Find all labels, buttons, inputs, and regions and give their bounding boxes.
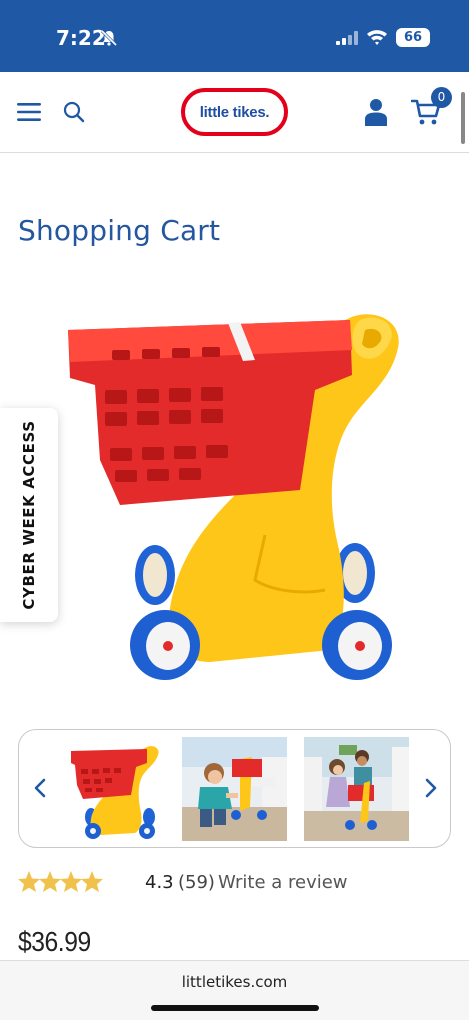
thumbnail-gallery xyxy=(18,729,451,848)
page-title: Shopping Cart xyxy=(18,214,221,247)
home-indicator xyxy=(151,1005,319,1011)
status-bar: 7:22 66 xyxy=(0,0,469,72)
rating-row: 4.3 (59) Write a review xyxy=(18,868,458,898)
chevron-right-icon[interactable] xyxy=(424,778,438,798)
cyber-week-label: CYBER WEEK ACCESS xyxy=(20,420,38,610)
chevron-left-icon[interactable] xyxy=(33,778,47,798)
star-rating-icon xyxy=(18,871,103,892)
scrollbar-thumb[interactable] xyxy=(461,92,465,144)
site-logo[interactable]: little tikes. xyxy=(181,88,288,136)
cart-count-badge: 0 xyxy=(431,87,452,108)
thumbnail-lifestyle-boy[interactable] xyxy=(182,737,287,841)
menu-icon[interactable] xyxy=(17,102,41,122)
cyber-week-tab[interactable]: CYBER WEEK ACCESS xyxy=(0,408,58,622)
bell-off-icon xyxy=(100,29,118,47)
thumbnail-product[interactable] xyxy=(61,737,166,841)
site-header: little tikes. 0 xyxy=(0,72,469,153)
browser-address-bar[interactable]: littletikes.com xyxy=(0,960,469,1020)
battery-indicator: 66 xyxy=(396,28,430,47)
search-icon[interactable] xyxy=(62,100,86,124)
product-price: $36.99 xyxy=(18,926,91,957)
product-image[interactable] xyxy=(60,290,410,700)
rating-count[interactable]: (59) xyxy=(178,872,215,893)
status-time: 7:22 xyxy=(56,26,106,50)
url-text[interactable]: littletikes.com xyxy=(0,973,469,991)
signal-icon xyxy=(336,31,358,45)
wifi-icon xyxy=(367,30,387,45)
logo-text: little tikes. xyxy=(199,103,270,121)
thumbnail-lifestyle-kids[interactable] xyxy=(304,737,409,841)
write-review-link[interactable]: Write a review xyxy=(218,872,348,893)
rating-value: 4.3 xyxy=(145,872,174,893)
account-icon[interactable] xyxy=(364,98,388,126)
